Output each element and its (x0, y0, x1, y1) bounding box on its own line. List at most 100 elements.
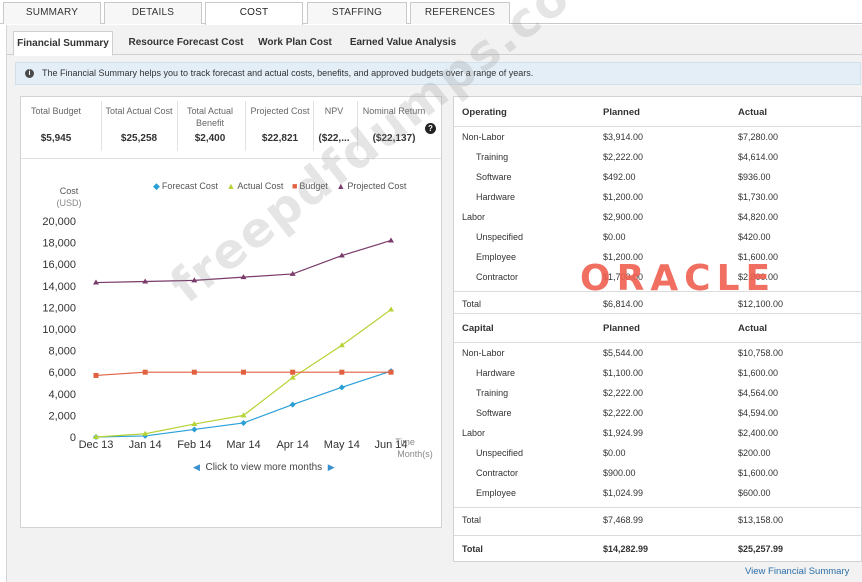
data-point (388, 369, 394, 375)
row-label: Non-Labor (462, 348, 505, 358)
planned-value: $0.00 (603, 448, 626, 458)
row-label: Employee (476, 488, 517, 498)
kpi-value: $22,821 (261, 133, 299, 144)
actual-value: $4,820.00 (738, 212, 779, 222)
subtab-resource-forecast-cost[interactable]: Resource Forecast Cost (123, 31, 249, 55)
actual-value: $25,257.99 (738, 544, 784, 554)
table-row: Hardware $1,100.00 $1,600.00 (454, 363, 862, 383)
planned-value: Planned (603, 323, 640, 334)
actual-value: $2,400.00 (738, 428, 779, 438)
row-label: Non-Labor (462, 132, 505, 142)
planned-value: $1,200.00 (603, 192, 644, 202)
planned-value: $1,024.99 (603, 488, 644, 498)
kpi-value: $25,258 (120, 133, 158, 144)
y-tick-label: 18,000 (42, 238, 76, 250)
planned-value: $2,222.00 (603, 388, 644, 398)
table-row: Employee $1,024.99 $600.00 (454, 483, 862, 503)
y-tick-label: 10,000 (42, 324, 76, 336)
table-row: Non-Labor $5,544.00 $10,758.00 (454, 343, 862, 363)
kpi-label: Total Actual Benefit (186, 106, 234, 128)
kpi-npv: NPV ($22,... (315, 105, 353, 144)
row-label: Operating (462, 107, 507, 118)
planned-value: $14,282.99 (603, 544, 649, 554)
tab-details[interactable]: DETAILS (104, 2, 202, 24)
actual-value: $1,730.00 (738, 192, 779, 202)
actual-value: $4,614.00 (738, 152, 779, 162)
actual-value: $200.00 (738, 448, 771, 458)
tab-staffing[interactable]: STAFFING (307, 2, 407, 24)
capital-header: Capital Planned Actual (454, 315, 862, 343)
subtab-financial-summary[interactable]: Financial Summary (13, 31, 113, 56)
actual-value: $600.00 (738, 488, 771, 498)
table-row: Unspecified $0.00 $420.00 (454, 227, 862, 247)
view-financial-summary-link[interactable]: View Financial Summary (745, 566, 849, 577)
info-icon: i (25, 69, 34, 78)
row-label: Hardware (476, 368, 516, 378)
series-line-forecast-cost (95, 370, 392, 438)
data-point (290, 369, 296, 375)
y-tick-label: 20,000 (42, 216, 76, 228)
table-row: Non-Labor $3,914.00 $7,280.00 (454, 127, 862, 147)
more-months-label[interactable]: Click to view more months (205, 462, 322, 473)
kpi-total-actual-cost: Total Actual Cost $25,258 (103, 105, 175, 144)
kpi-divider (177, 101, 178, 151)
row-label: Unspecified (476, 448, 524, 458)
row-label: Hardware (476, 192, 516, 202)
kpi-label: Projected Cost (250, 106, 310, 116)
x-axis-title: Time (395, 437, 415, 447)
data-point (289, 401, 296, 408)
actual-value: $420.00 (738, 232, 771, 242)
y-tick-label: 14,000 (42, 281, 76, 293)
data-point (388, 237, 394, 243)
row-label: Software (476, 172, 512, 182)
table-row: Labor $1,924.99 $2,400.00 (454, 423, 862, 443)
subtab-work-plan-cost[interactable]: Work Plan Cost (255, 31, 335, 55)
data-point (93, 372, 99, 378)
tab-summary[interactable]: SUMMARY (3, 2, 101, 24)
y-tick-label: 6,000 (48, 367, 76, 379)
more-months-control[interactable]: ◀ Click to view more months ▶ (193, 462, 335, 473)
planned-value: $7,468.99 (603, 515, 644, 525)
chevron-right-icon[interactable]: ▶ (328, 462, 335, 472)
x-tick-label: Apr 14 (276, 439, 308, 451)
kpi-divider (245, 101, 246, 151)
table-row: Labor $2,900.00 $4,820.00 (454, 207, 862, 227)
kpi-label: Total Budget (30, 106, 82, 116)
chevron-left-icon[interactable]: ◀ (193, 462, 200, 472)
table-row: Software $2,222.00 $4,594.00 (454, 403, 862, 423)
x-tick-label: May 14 (324, 439, 360, 451)
actual-value: Actual (738, 107, 768, 118)
x-tick-label: Feb 14 (177, 439, 211, 451)
planned-value: $2,222.00 (603, 408, 644, 418)
planned-value: $1,100.00 (603, 368, 644, 378)
planned-value: $0.00 (603, 232, 626, 242)
planned-value: $3,914.00 (603, 132, 644, 142)
kpi-divider (313, 101, 314, 151)
planned-value: Planned (603, 107, 640, 118)
x-tick-label: Dec 13 (79, 439, 114, 451)
planned-value: $900.00 (603, 468, 636, 478)
kpi-value: $5,945 (40, 133, 72, 144)
table-row: Unspecified $0.00 $200.00 (454, 443, 862, 463)
y-tick-label: 0 (70, 432, 76, 444)
row-label: Contractor (476, 272, 519, 282)
row-label: Software (476, 408, 512, 418)
row-label: Training (476, 152, 509, 162)
actual-value: $936.00 (738, 172, 771, 182)
actual-value: Actual (738, 323, 768, 334)
planned-value: $2,222.00 (603, 152, 644, 162)
tab-cost[interactable]: COST (205, 2, 303, 25)
row-label: Labor (462, 212, 486, 222)
planned-value: $5,544.00 (603, 348, 644, 358)
kpi-divider (101, 101, 102, 151)
oracle-watermark-logo: ORACLE (580, 258, 777, 299)
y-tick-label: 16,000 (42, 259, 76, 271)
table-row: Training $2,222.00 $4,564.00 (454, 383, 862, 403)
row-label: Total (462, 515, 482, 525)
row-label: Labor (462, 428, 486, 438)
actual-value: $7,280.00 (738, 132, 779, 142)
data-point (241, 369, 246, 375)
row-label: Training (476, 388, 509, 398)
kpi-total-budget: Total Budget $5,945 (25, 105, 87, 144)
table-row: Contractor $900.00 $1,600.00 (454, 463, 862, 483)
